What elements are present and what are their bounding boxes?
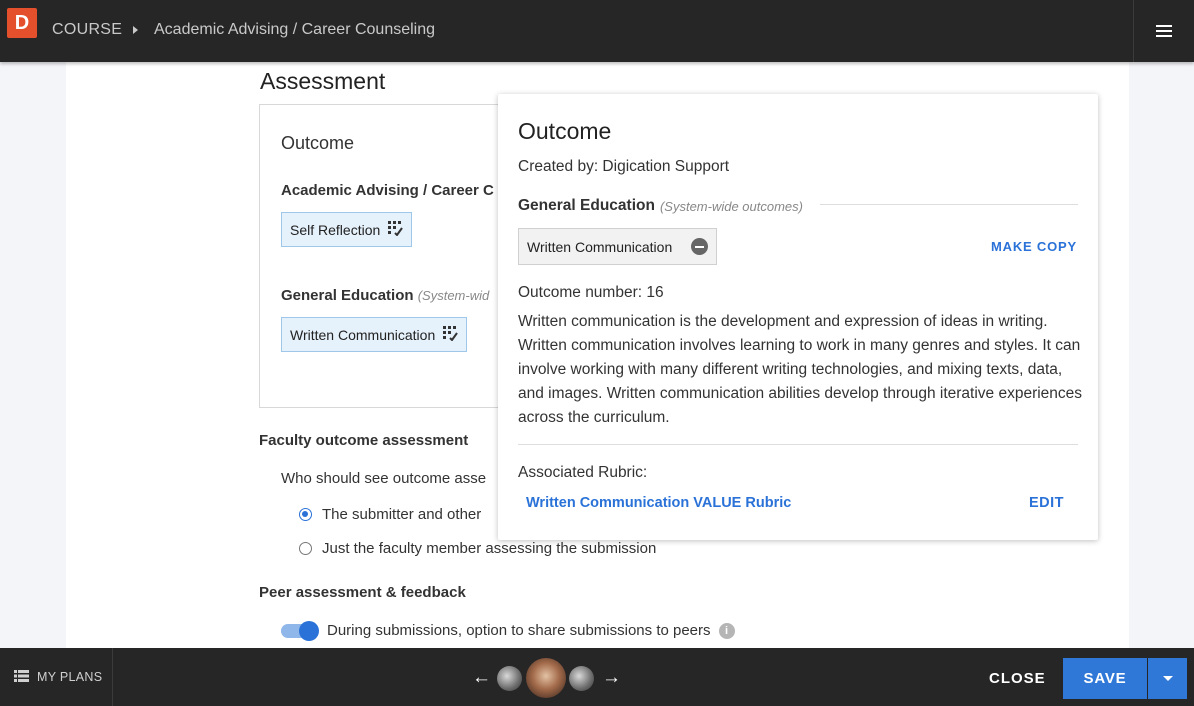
arrow-left-icon[interactable]: ← xyxy=(472,668,491,687)
avatar-thumbnail[interactable] xyxy=(497,666,522,691)
remove-icon[interactable] xyxy=(691,238,708,255)
avatar-thumbnail-current[interactable] xyxy=(526,658,566,698)
my-plans-label: MY PLANS xyxy=(37,670,103,684)
outcome-group-title: Academic Advising / Career C xyxy=(281,182,494,199)
save-button[interactable]: SAVE xyxy=(1063,658,1147,699)
info-icon[interactable]: i xyxy=(718,622,735,639)
rubric-grid-icon xyxy=(443,325,459,344)
menu-button[interactable] xyxy=(1133,0,1194,62)
option-label: The submitter and other xyxy=(322,506,482,523)
outcome-group-title-ge: General Education (System-wid xyxy=(281,287,489,304)
group-subtitle: (System-wid xyxy=(417,288,490,303)
my-plans-button[interactable]: MY PLANS xyxy=(0,648,113,706)
visibility-option-submitter[interactable]: The submitter and other xyxy=(299,506,481,523)
faculty-assessment-title: Faculty outcome assessment xyxy=(259,432,469,449)
breadcrumb-course-title[interactable]: Academic Advising / Career Counseling xyxy=(154,21,435,39)
option-label: Just the faculty member assessing the su… xyxy=(322,540,657,557)
avatar-thumbnail[interactable] xyxy=(569,666,594,691)
bottom-bar: MY PLANS ← → CLOSE SAVE xyxy=(0,648,1194,706)
page-title: Assessment xyxy=(260,68,386,94)
outcome-description: Written communication is the development… xyxy=(518,313,1083,426)
outcome-box: Outcome Academic Advising / Career C Sel… xyxy=(259,104,519,408)
toggle-label: During submissions, option to share subm… xyxy=(327,622,711,639)
rubric-grid-icon xyxy=(388,220,404,239)
outcome-chip-self-reflection[interactable]: Self Reflection xyxy=(281,212,413,247)
outcome-chip-written-communication[interactable]: Written Communication xyxy=(281,317,468,352)
popover-title: Outcome xyxy=(518,118,612,144)
radio-unselected-icon[interactable] xyxy=(299,542,312,555)
outcome-number: Outcome number: 16 xyxy=(518,284,664,301)
group-subtitle: (System-wide outcomes) xyxy=(659,198,803,214)
group-title: General Education xyxy=(518,197,655,214)
edit-rubric-button[interactable]: EDIT xyxy=(1029,495,1064,511)
save-dropdown-button[interactable] xyxy=(1148,658,1187,699)
make-copy-button[interactable]: MAKE COPY xyxy=(991,239,1077,254)
app-logo[interactable]: D xyxy=(7,8,37,38)
close-button[interactable]: CLOSE xyxy=(989,670,1046,687)
breadcrumb-caret-icon xyxy=(133,26,138,34)
popover-created-by: Created by: Digication Support xyxy=(518,158,730,175)
arrow-right-icon[interactable]: → xyxy=(602,668,621,687)
group-divider xyxy=(820,204,1078,205)
popover-group-heading: General Education (System-wide outcomes) xyxy=(518,197,803,215)
rubric-label: Associated Rubric: xyxy=(518,464,648,481)
peer-assessment-title: Peer assessment & feedback xyxy=(259,584,466,601)
visibility-option-faculty-only[interactable]: Just the faculty member assessing the su… xyxy=(299,540,656,557)
outcome-box-title: Outcome xyxy=(281,133,355,153)
chip-label: Self Reflection xyxy=(290,221,381,238)
radio-selected-icon[interactable] xyxy=(299,508,312,521)
chip-label: Written Communication xyxy=(290,326,436,343)
hamburger-icon xyxy=(1156,25,1172,37)
outcome-popover: Outcome Created by: Digication Support G… xyxy=(498,94,1098,540)
breadcrumb-course[interactable]: COURSE xyxy=(52,21,122,39)
list-icon xyxy=(14,669,29,685)
peer-share-toggle-row: During submissions, option to share subm… xyxy=(281,620,735,641)
rubric-link[interactable]: Written Communication VALUE Rubric xyxy=(526,495,791,511)
caret-down-icon xyxy=(1162,676,1173,681)
chip-label: Written Communication xyxy=(527,238,673,255)
top-bar: D COURSE Academic Advising / Career Coun… xyxy=(0,0,1194,62)
divider xyxy=(518,444,1078,445)
group-title: General Education xyxy=(281,287,414,304)
peer-share-toggle[interactable] xyxy=(281,620,319,641)
visibility-question: Who should see outcome asse xyxy=(281,470,487,487)
popover-outcome-chip: Written Communication xyxy=(518,228,717,265)
